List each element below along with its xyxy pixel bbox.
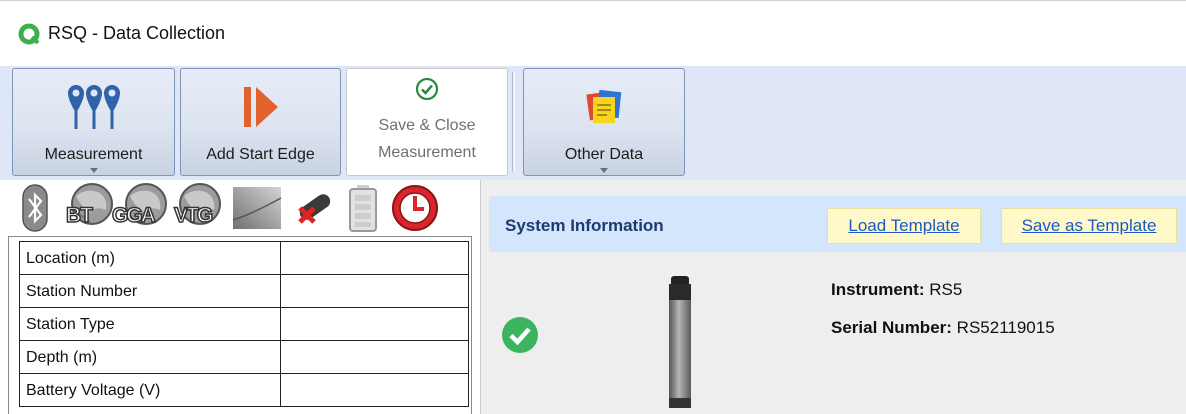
instrument-label: Instrument: — [831, 280, 925, 299]
row-value[interactable] — [280, 373, 469, 407]
system-info-panel: System Information Load Template Save as… — [480, 180, 1186, 414]
row-label: Station Type — [19, 307, 281, 341]
save-close-label-line2: Measurement — [378, 144, 476, 161]
instrument-value: RS5 — [929, 280, 963, 299]
row-value[interactable] — [280, 340, 469, 374]
row-label: Location (m) — [19, 241, 281, 275]
globe-vtg-label: VTG — [173, 203, 214, 228]
add-start-edge-button[interactable]: Add Start Edge — [180, 68, 341, 176]
instrument-probe-icon — [669, 276, 691, 408]
globe-gga-label: GGA — [111, 203, 156, 228]
table-row: Battery Voltage (V) — [19, 373, 469, 407]
system-info-title: System Information — [505, 216, 664, 235]
probe-disconnected-icon[interactable] — [290, 190, 336, 228]
title-bar: RSQ - Data Collection — [0, 0, 1186, 66]
map-pins-icon — [67, 85, 120, 129]
left-pane: BT GGA VTG Location (m) Station Number S… — [0, 180, 480, 414]
instrument-row: Instrument: RS5 — [831, 280, 962, 300]
row-value[interactable] — [280, 307, 469, 341]
status-icon-bar: BT GGA VTG — [0, 180, 480, 236]
signal-gradient-icon[interactable] — [232, 186, 282, 230]
row-label: Depth (m) — [19, 340, 281, 374]
add-start-edge-label: Add Start Edge — [206, 146, 315, 163]
save-as-template-button[interactable]: Save as Template — [1001, 208, 1177, 244]
clock-alarm-icon[interactable] — [390, 182, 440, 234]
table-row: Depth (m) — [19, 340, 469, 374]
serial-number-label: Serial Number: — [831, 318, 952, 337]
start-edge-icon — [243, 87, 278, 127]
save-close-measurement-button[interactable]: Save & Close Measurement — [346, 68, 508, 176]
measurement-grid: Location (m) Station Number Station Type… — [8, 236, 472, 414]
other-data-button[interactable]: Other Data — [523, 68, 685, 176]
ribbon-separator — [512, 72, 515, 172]
dropdown-arrow-icon — [600, 168, 608, 173]
load-template-button[interactable]: Load Template — [827, 208, 981, 244]
check-circle-icon — [415, 77, 439, 101]
row-label: Battery Voltage (V) — [19, 373, 281, 407]
window-title: RSQ - Data Collection — [48, 23, 226, 43]
other-data-label: Other Data — [564, 146, 644, 163]
serial-number-value: RS52119015 — [956, 318, 1055, 337]
app-q-logo-icon — [18, 23, 40, 45]
row-label: Station Number — [19, 274, 281, 308]
notes-icon — [586, 89, 622, 123]
table-row: Station Number — [19, 274, 469, 308]
measurement-table: Location (m) Station Number Station Type… — [19, 241, 469, 407]
dropdown-arrow-icon — [89, 168, 98, 173]
measurement-button[interactable]: Measurement — [12, 68, 175, 176]
check-circle-icon — [502, 317, 538, 353]
bluetooth-icon[interactable] — [22, 184, 48, 232]
table-row: Station Type — [19, 307, 469, 341]
row-value[interactable] — [280, 241, 469, 275]
ribbon-toolbar: Measurement Add Start Edge Save & Close … — [0, 66, 1186, 180]
table-row: Location (m) — [19, 241, 469, 275]
measurement-button-label: Measurement — [44, 146, 143, 163]
save-close-label-line1: Save & Close — [378, 117, 476, 134]
battery-icon[interactable] — [348, 184, 378, 232]
row-value[interactable] — [280, 274, 469, 308]
serial-number-row: Serial Number: RS52119015 — [831, 318, 1055, 338]
system-info-header: System Information Load Template Save as… — [489, 196, 1186, 252]
globe-bt-label: BT — [65, 203, 94, 228]
